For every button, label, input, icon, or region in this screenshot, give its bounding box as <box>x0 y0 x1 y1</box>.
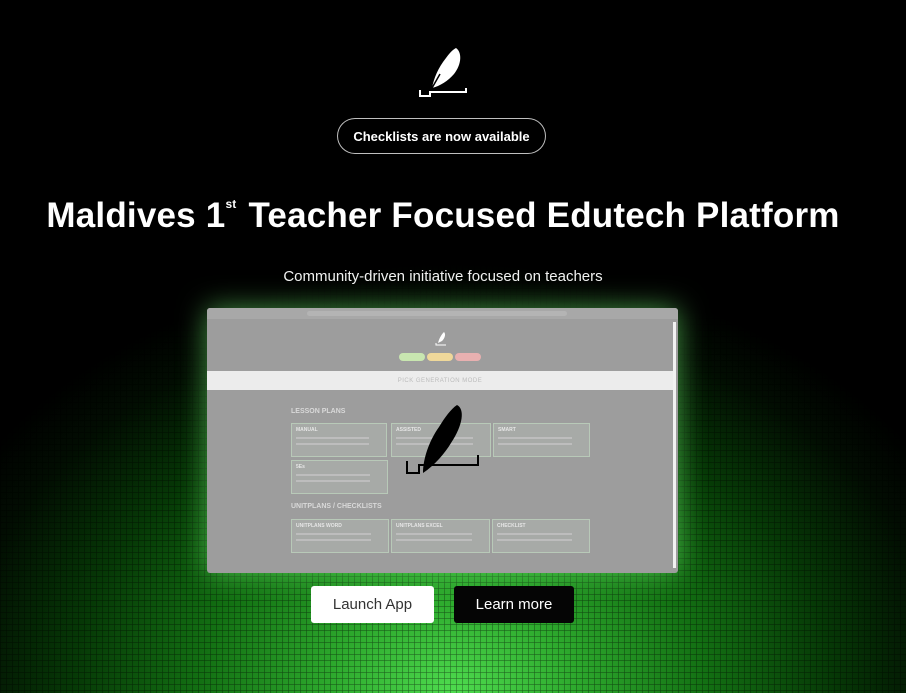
preview-card: 5Es <box>291 460 388 494</box>
preview-url-bar <box>307 311 567 316</box>
app-preview-screenshot: PICK GENERATION MODE LESSON PLANS MANUAL… <box>207 308 678 573</box>
announcement-pill[interactable]: Checklists are now available <box>337 118 546 154</box>
hero-title-main: Maldives 1 <box>46 196 226 235</box>
learn-more-button[interactable]: Learn more <box>454 586 574 623</box>
preview-card: UNITPLANS WORD <box>291 519 389 553</box>
preview-chip-2 <box>427 353 453 361</box>
preview-card: SMART <box>493 423 590 457</box>
preview-scrollbar <box>673 322 676 568</box>
hero-title-rest: Teacher Focused Edutech Platform <box>238 196 840 235</box>
preview-section-title: UNITPLANS / CHECKLISTS <box>291 503 382 510</box>
hero-title: Maldives 1st Teacher Focused Edutech Pla… <box>0 196 886 236</box>
hero-subtitle: Community-driven initiative focused on t… <box>283 268 603 285</box>
preview-chip-1 <box>399 353 425 361</box>
preview-card: CHECKLIST <box>492 519 590 553</box>
preview-browser-bar <box>207 308 678 319</box>
preview-card: MANUAL <box>291 423 387 457</box>
preview-logo-icon <box>435 332 446 346</box>
preview-chip-3 <box>455 353 481 361</box>
launch-app-button[interactable]: Launch App <box>311 586 434 623</box>
preview-feather-icon <box>406 405 479 474</box>
preview-mode-band: PICK GENERATION MODE <box>207 371 673 390</box>
feather-logo-icon <box>419 48 467 97</box>
hero-title-superscript: st <box>225 197 237 212</box>
preview-card: UNITPLANS EXCEL <box>391 519 490 553</box>
preview-section-title: LESSON PLANS <box>291 408 346 415</box>
